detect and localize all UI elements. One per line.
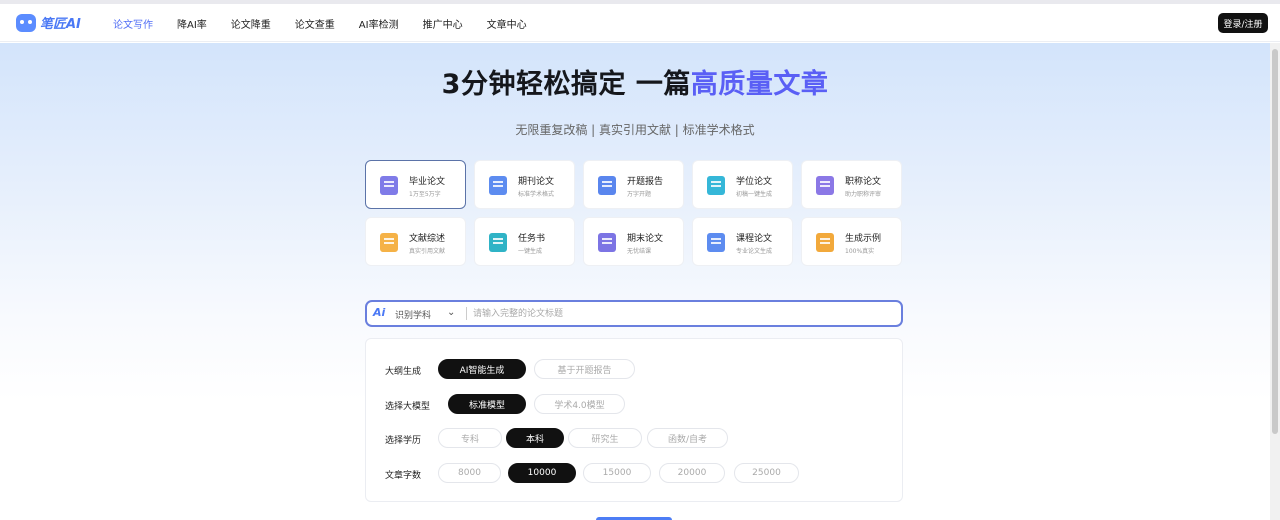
- card-title: 课程论文: [736, 234, 773, 244]
- page-scrollbar[interactable]: [1270, 43, 1280, 520]
- education-label: 选择学历: [385, 436, 422, 446]
- login-register-button[interactable]: 登录/注册: [1218, 13, 1268, 33]
- paper-type-card-example[interactable]: 生成示例 100%真实: [801, 217, 902, 266]
- word-count-option-8000[interactable]: 8000: [438, 463, 501, 483]
- top-nav-bar: 笔匠AI 论文写作 降AI率 论文降重 论文查重 AI率检测 推广中心 文章中心…: [0, 4, 1280, 42]
- hero-title: 3分钟轻松搞定 一篇高质量文章: [0, 62, 1270, 101]
- word-count-label: 文章字数: [385, 471, 422, 481]
- graduation-cap-icon: [380, 176, 398, 195]
- task-book-icon: [489, 233, 507, 252]
- word-count-option-20000[interactable]: 20000: [659, 463, 725, 483]
- card-title: 任务书: [518, 234, 546, 244]
- card-subtitle: 真实引用文献: [409, 248, 446, 255]
- card-subtitle: 专业论文生成: [736, 248, 773, 255]
- paper-type-card-task-book[interactable]: 任务书 一键生成: [474, 217, 575, 266]
- card-subtitle: 1万至5万字: [409, 191, 441, 198]
- paper-title-input[interactable]: [473, 306, 893, 321]
- paper-type-card-degree[interactable]: 学位论文 初稿一键生成: [692, 160, 793, 209]
- nav-item-plagiarism-check[interactable]: 论文查重: [295, 16, 335, 31]
- paper-type-card-final-paper[interactable]: 期末论文 无忧结课: [583, 217, 684, 266]
- hero-title-main: 3分钟轻松搞定 一篇: [441, 69, 691, 100]
- paper-type-card-professional-title[interactable]: 职称论文 助力职称评审: [801, 160, 902, 209]
- education-option-junior-college[interactable]: 专科: [438, 428, 502, 448]
- logo[interactable]: 笔匠AI: [16, 13, 81, 32]
- title-search-bar: Ai 识别学科 ⌄: [365, 300, 903, 327]
- hero-title-highlight: 高质量文章: [690, 69, 829, 100]
- outline-option-proposal[interactable]: 基于开题报告: [534, 359, 635, 379]
- card-subtitle: 无忧结课: [627, 248, 652, 255]
- journal-icon: [489, 176, 507, 195]
- card-title: 期刊论文: [518, 177, 555, 187]
- logo-text: 笔匠AI: [40, 17, 81, 32]
- card-title: 学位论文: [736, 177, 773, 187]
- education-option-graduate[interactable]: 研究生: [568, 428, 642, 448]
- paper-type-card-proposal[interactable]: 开题报告 万字开题: [583, 160, 684, 209]
- card-subtitle: 标准学术格式: [518, 191, 555, 198]
- nav-item-articles[interactable]: 文章中心: [487, 16, 527, 31]
- example-icon: [816, 233, 834, 252]
- paper-type-card-literature-review[interactable]: 文献综述 真实引用文献: [365, 217, 466, 266]
- card-title: 生成示例: [845, 234, 882, 244]
- scrollbar-thumb[interactable]: [1272, 49, 1278, 434]
- hero-subtitle: 无限重复改稿 | 真实引用文献 | 标准学术格式: [515, 123, 755, 137]
- logo-robot-icon: [16, 13, 36, 32]
- main-nav: 论文写作 降AI率 论文降重 论文查重 AI率检测 推广中心 文章中心: [113, 4, 551, 42]
- card-subtitle: 助力职称评审: [845, 191, 882, 198]
- card-subtitle: 一键生成: [518, 248, 543, 255]
- card-title: 开题报告: [627, 177, 664, 187]
- generation-options-panel: 大纲生成 AI智能生成 基于开题报告 选择大模型 标准模型 学术4.0模型 选择…: [365, 338, 903, 502]
- card-subtitle: 100%真实: [845, 248, 875, 255]
- card-title: 期末论文: [627, 234, 664, 244]
- nav-item-ai-detection[interactable]: AI率检测: [359, 16, 399, 31]
- outline-option-ai[interactable]: AI智能生成: [438, 359, 526, 379]
- nav-item-paper-writing[interactable]: 论文写作: [113, 16, 153, 31]
- literature-icon: [380, 233, 398, 252]
- model-option-standard[interactable]: 标准模型: [448, 394, 526, 414]
- chevron-down-icon[interactable]: ⌄: [447, 307, 455, 318]
- word-count-option-25000[interactable]: 25000: [734, 463, 799, 483]
- subject-select[interactable]: 识别学科: [395, 308, 431, 321]
- paper-type-card-journal[interactable]: 期刊论文 标准学术格式: [474, 160, 575, 209]
- degree-icon: [707, 176, 725, 195]
- nav-item-promotion[interactable]: 推广中心: [423, 16, 463, 31]
- model-label: 选择大模型: [385, 402, 431, 412]
- word-count-option-10000[interactable]: 10000: [508, 463, 576, 483]
- education-option-self-study[interactable]: 函数/自考: [647, 428, 728, 448]
- model-option-academic[interactable]: 学术4.0模型: [534, 394, 625, 414]
- report-icon: [598, 176, 616, 195]
- outline-label: 大纲生成: [385, 367, 422, 377]
- final-paper-icon: [598, 233, 616, 252]
- ai-logo-icon: Ai: [373, 306, 386, 319]
- nav-item-reduce-duplication[interactable]: 论文降重: [231, 16, 271, 31]
- paper-type-card-graduation[interactable]: 毕业论文 1万至5万字: [365, 160, 466, 209]
- card-title: 毕业论文: [409, 177, 446, 187]
- paper-type-card-course-paper[interactable]: 课程论文 专业论文生成: [692, 217, 793, 266]
- education-option-undergraduate[interactable]: 本科: [506, 428, 564, 448]
- course-paper-icon: [707, 233, 725, 252]
- card-title: 职称论文: [845, 177, 882, 187]
- nav-item-reduce-ai[interactable]: 降AI率: [177, 16, 207, 31]
- card-title: 文献综述: [409, 234, 446, 244]
- card-subtitle: 初稿一键生成: [736, 191, 773, 198]
- search-divider: [466, 307, 467, 320]
- word-count-option-15000[interactable]: 15000: [583, 463, 651, 483]
- title-paper-icon: [816, 176, 834, 195]
- card-subtitle: 万字开题: [627, 191, 652, 198]
